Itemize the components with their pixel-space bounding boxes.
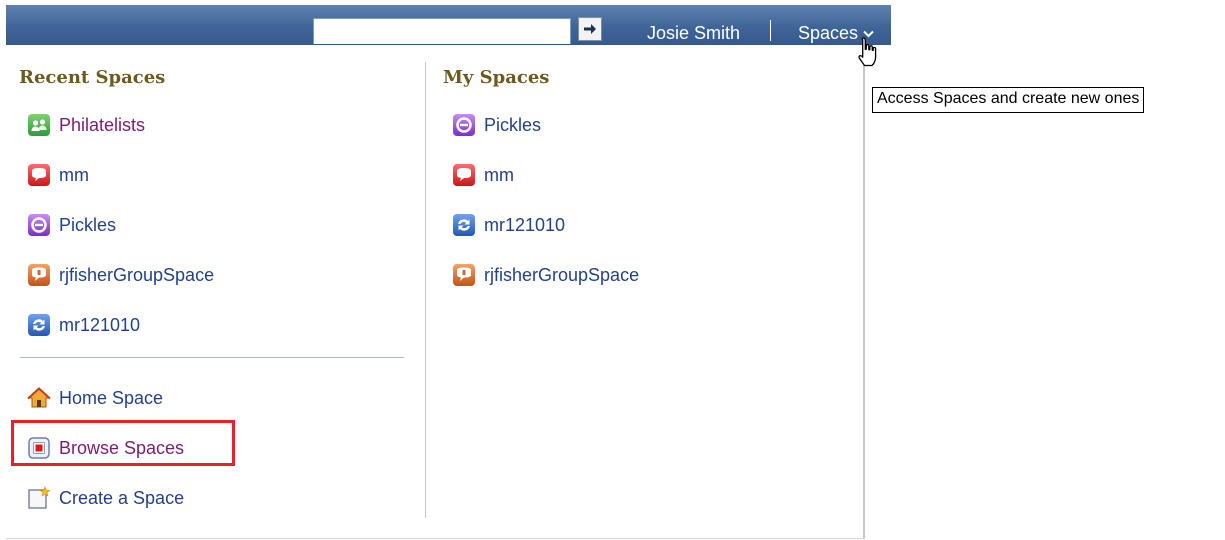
home-icon: [27, 387, 51, 408]
recent-spaces-heading: Recent Spaces: [19, 67, 166, 88]
create-space-icon: [28, 486, 51, 509]
recent-space-label: Philatelists: [59, 114, 146, 135]
column-divider: [425, 62, 426, 518]
header-separator: [770, 20, 771, 41]
recent-space-label: mm: [59, 164, 89, 185]
my-space-label: Pickles: [484, 114, 542, 135]
browse-spaces-icon: [28, 437, 50, 459]
my-space-label: mr121010: [484, 214, 566, 235]
sync-arrows-icon: [28, 314, 50, 336]
recent-space-label: rjfisherGroupSpace: [59, 264, 215, 285]
speech-bubble-icon: [28, 164, 50, 186]
user-name-link[interactable]: Josie Smith: [647, 23, 740, 44]
my-space-pickles[interactable]: Pickles: [452, 111, 541, 139]
home-space-label: Home Space: [59, 387, 164, 408]
speech-bubble-icon: [453, 164, 475, 186]
home-space-link[interactable]: Home Space: [27, 384, 163, 412]
arrow-right-icon: [584, 24, 596, 34]
browse-spaces-link[interactable]: Browse Spaces: [27, 434, 184, 462]
search-go-button[interactable]: [578, 17, 602, 41]
create-space-link[interactable]: Create a Space: [27, 484, 184, 512]
orange-speech-icon: [28, 264, 50, 286]
my-space-mr121010[interactable]: mr121010: [452, 211, 565, 239]
recent-space-label: mr121010: [59, 314, 141, 335]
search-input[interactable]: [313, 18, 571, 44]
people-group-icon: [28, 114, 50, 136]
pickles-space-icon: [28, 214, 50, 236]
my-space-label: mm: [484, 164, 514, 185]
my-space-label: rjfisherGroupSpace: [484, 264, 640, 285]
recent-space-label: Pickles: [59, 214, 117, 235]
my-space-rjfishergroupspace[interactable]: rjfisherGroupSpace: [452, 261, 639, 289]
section-divider: [20, 357, 404, 358]
my-spaces-heading: My Spaces: [443, 67, 550, 88]
recent-space-pickles[interactable]: Pickles: [27, 211, 116, 239]
recent-space-mr121010[interactable]: mr121010: [27, 311, 140, 339]
browse-spaces-label: Browse Spaces: [59, 437, 185, 458]
recent-space-mm[interactable]: mm: [27, 161, 89, 189]
create-space-label: Create a Space: [59, 487, 185, 508]
spaces-menu-label: Spaces: [798, 23, 859, 43]
global-header-bar: Josie Smith Spaces: [6, 5, 891, 45]
my-space-mm[interactable]: mm: [452, 161, 514, 189]
pickles-space-icon: [453, 114, 475, 136]
recent-space-rjfishergroupspace[interactable]: rjfisherGroupSpace: [27, 261, 214, 289]
spaces-dropdown-panel: Recent Spaces Philatelists mm Pickles rj…: [6, 45, 865, 539]
hand-cursor-icon: [858, 37, 877, 67]
sync-arrows-icon: [453, 214, 475, 236]
spaces-tooltip: Access Spaces and create new ones: [872, 87, 1145, 113]
orange-speech-icon: [453, 264, 475, 286]
recent-space-philatelists[interactable]: Philatelists: [27, 111, 145, 139]
